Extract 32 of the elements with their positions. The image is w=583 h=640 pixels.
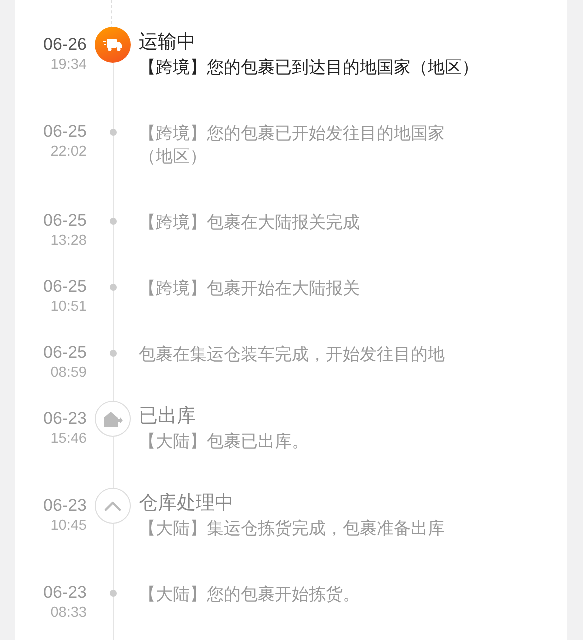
status-title: 运输中: [139, 31, 197, 55]
event-description: 【跨境】您的包裹已到达目的地国家（地区）: [139, 57, 480, 79]
event-description: 【大陆】您的包裹开始拣货。: [139, 584, 361, 606]
event-time: 10:45: [50, 517, 87, 535]
timeline-dot: [110, 284, 116, 291]
event-time: 19:34: [50, 56, 87, 74]
timeline-dot: [110, 590, 116, 597]
event-date: 06-25: [42, 277, 87, 297]
event-time: 08:33: [50, 604, 87, 622]
timeline-dot: [110, 218, 116, 225]
event-description: 【跨境】包裹在大陆报关完成: [139, 212, 361, 234]
event-date: 06-23: [42, 583, 87, 603]
timeline-dot: [110, 350, 116, 357]
status-title: 已出库: [139, 405, 197, 429]
event-date: 06-25: [42, 211, 87, 231]
event-description: 包裹在集运仓装车完成，开始发往目的地: [139, 344, 446, 366]
event-description: 【跨境】包裹开始在大陆报关: [139, 278, 361, 300]
event-time: 13:28: [50, 232, 87, 250]
event-description: 【跨境】您的包裹已开始发往目的地国家 （地区）: [139, 123, 446, 168]
event-time: 15:46: [50, 430, 87, 448]
event-time: 08:59: [50, 364, 87, 382]
event-time: 22:02: [50, 143, 87, 161]
event-description: 【大陆】包裹已出库。: [139, 431, 310, 453]
event-date: 06-23: [42, 496, 87, 516]
event-date: 06-25: [42, 343, 87, 363]
event-date: 06-25: [42, 122, 87, 142]
timeline-dot: [110, 129, 116, 136]
event-date: 06-23: [42, 409, 87, 429]
event-time: 10:51: [50, 298, 87, 316]
status-title: 仓库处理中: [139, 492, 235, 516]
event-description: 【大陆】集运仓拣货完成，包裹准备出库: [139, 518, 446, 540]
event-date: 06-26: [42, 35, 87, 55]
